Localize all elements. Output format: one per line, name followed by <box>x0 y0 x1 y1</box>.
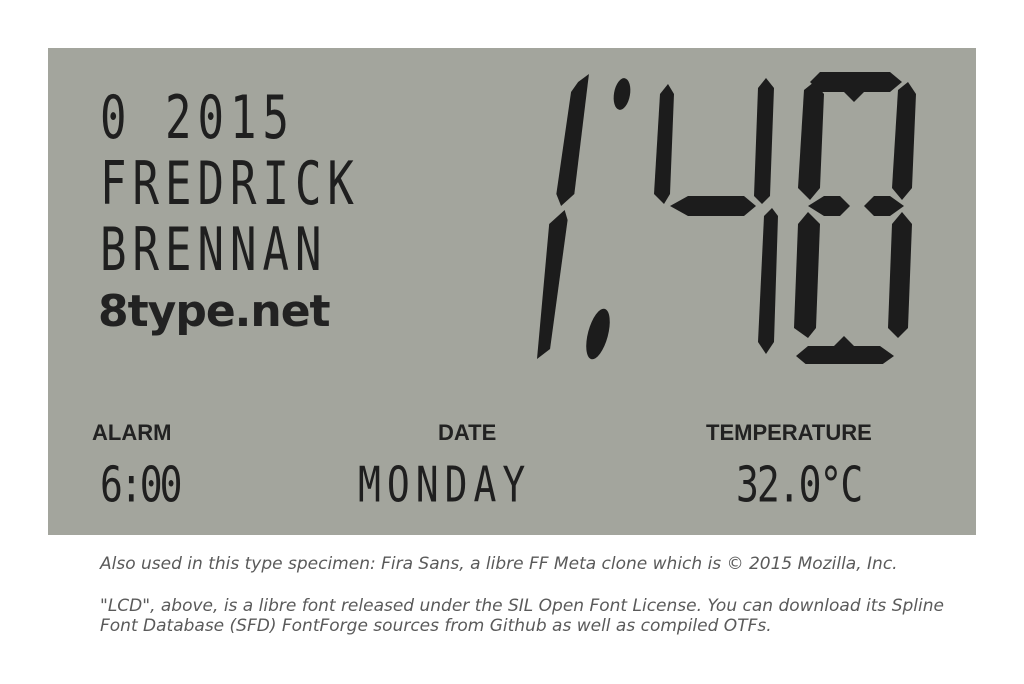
site-name: 8type.net <box>98 286 331 337</box>
alarm-value: 6:00 <box>100 456 182 514</box>
big-time-segments <box>536 72 916 366</box>
temperature-label: TEMPERATURE <box>706 420 872 445</box>
date-label: DATE <box>438 420 497 445</box>
alarm-label: ALARM <box>92 420 172 445</box>
author-first-name: FREDRICK <box>100 150 360 219</box>
lcd-panel: 0 2015 FREDRICK BRENNAN 8type.net 1:48 <box>48 48 976 535</box>
digit-8 <box>794 72 916 366</box>
digit-1 <box>536 74 589 359</box>
copyright-year: 0 2015 <box>100 84 295 153</box>
temperature-value: 32.0°C <box>736 456 863 514</box>
fira-credit-note: Also used in this type specimen: Fira Sa… <box>100 554 898 574</box>
big-time-display: 1:48 <box>518 64 938 366</box>
colon-bottom <box>586 308 610 360</box>
author-last-name: BRENNAN <box>100 216 328 285</box>
license-note: "LCD", above, is a libre font released u… <box>100 596 944 636</box>
colon-top <box>613 78 631 110</box>
digit-4 <box>654 78 778 354</box>
date-value: MONDAY <box>358 456 532 514</box>
